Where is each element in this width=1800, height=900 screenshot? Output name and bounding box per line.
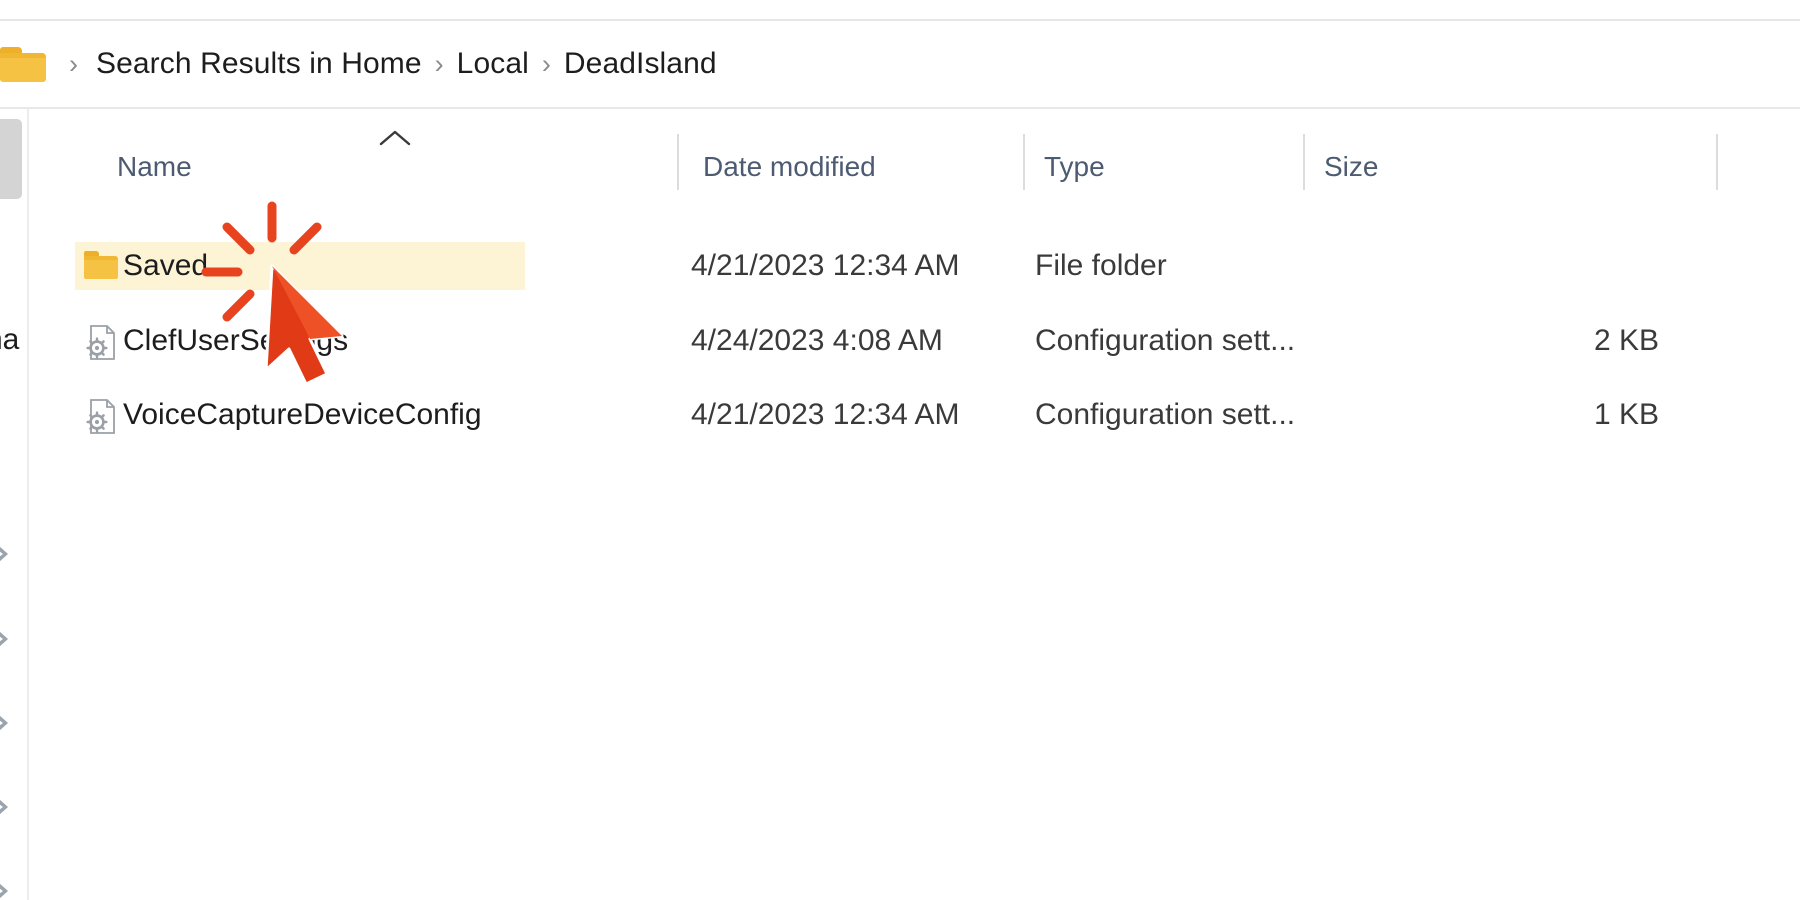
table-row[interactable]: ClefUserSettings 4/24/2023 4:08 AM Confi… — [29, 317, 1800, 365]
chevron-right-icon[interactable] — [0, 880, 15, 900]
file-date-modified: 4/24/2023 4:08 AM — [691, 324, 943, 357]
file-name[interactable]: Saved — [123, 242, 208, 290]
chevron-up-icon — [377, 127, 413, 149]
file-name[interactable]: VoiceCaptureDeviceConfig — [123, 391, 482, 439]
column-header-size[interactable]: Size — [1324, 151, 1378, 183]
file-list-header: Name Date modified Type Size — [29, 109, 1800, 191]
chevron-right-icon[interactable] — [0, 796, 15, 818]
file-list: Saved 4/21/2023 12:34 AM File folder Cle… — [29, 191, 1800, 900]
breadcrumb-separator-1: › — [434, 48, 444, 79]
column-header-date-modified[interactable]: Date modified — [703, 151, 876, 183]
folder-icon — [0, 45, 46, 83]
configuration-settings-file-icon — [84, 399, 118, 434]
file-type: Configuration sett... — [1035, 324, 1296, 357]
file-explorer-window: › Search Results in Home › Local › DeadI… — [0, 0, 1800, 900]
file-size: 1 KB — [1593, 398, 1659, 431]
breadcrumb-separator-0: › — [69, 48, 78, 79]
file-date-modified: 4/21/2023 12:34 AM — [691, 398, 960, 431]
folder-icon — [84, 251, 118, 281]
column-divider[interactable] — [677, 134, 679, 190]
navigation-pane[interactable]: na — [0, 109, 29, 900]
file-type: File folder — [1035, 249, 1167, 282]
chevron-right-icon[interactable] — [0, 628, 15, 650]
table-row[interactable]: Saved 4/21/2023 12:34 AM File folder — [29, 242, 1800, 290]
column-header-name[interactable]: Name — [117, 151, 192, 183]
scrollbar-thumb[interactable] — [0, 119, 22, 199]
file-date-modified: 4/21/2023 12:34 AM — [691, 249, 960, 282]
file-type: Configuration sett... — [1035, 398, 1296, 431]
breadcrumb-separator-2: › — [541, 48, 551, 79]
column-divider[interactable] — [1023, 134, 1025, 190]
file-name[interactable]: ClefUserSettings — [123, 317, 348, 365]
table-row[interactable]: VoiceCaptureDeviceConfig 4/21/2023 12:34… — [29, 391, 1800, 439]
column-header-type[interactable]: Type — [1044, 151, 1105, 183]
configuration-settings-file-icon — [84, 325, 118, 360]
column-divider[interactable] — [1716, 134, 1718, 190]
chevron-right-icon[interactable] — [0, 712, 15, 734]
file-size: 2 KB — [1593, 324, 1659, 357]
nav-item-label-fragment[interactable]: na — [0, 323, 19, 357]
breadcrumb-item-deadisland[interactable]: DeadIsland — [564, 47, 717, 81]
address-bar[interactable]: › Search Results in Home › Local › DeadI… — [0, 21, 1800, 107]
breadcrumb-item-local[interactable]: Local — [457, 47, 529, 81]
column-divider[interactable] — [1303, 134, 1305, 190]
chevron-right-icon[interactable] — [0, 543, 15, 565]
breadcrumb-item-search-results[interactable]: Search Results in Home — [91, 47, 422, 81]
